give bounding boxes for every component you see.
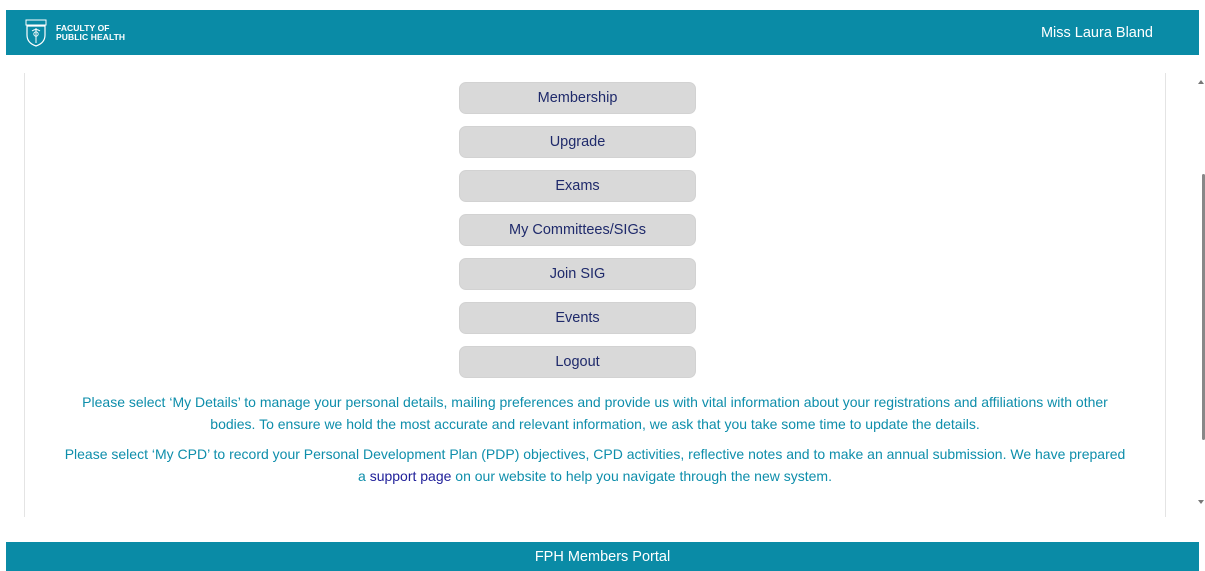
support-page-link[interactable]: support page [370,468,452,484]
join-sig-button[interactable]: Join SIG [459,258,696,290]
my-committees-sigs-button[interactable]: My Committees/SIGs [459,214,696,246]
logout-button[interactable]: Logout [459,346,696,378]
logo-text: FACULTY OF PUBLIC HEALTH [56,23,126,42]
upgrade-button[interactable]: Upgrade [459,126,696,158]
my-cpd-paragraph: Please select ‘My CPD’ to record your Pe… [25,443,1165,487]
info-text: Please select ‘My Details’ to manage you… [25,391,1165,495]
scroll-up-arrow-icon[interactable] [1198,80,1204,84]
exams-button[interactable]: Exams [459,170,696,202]
crest-icon [24,18,48,48]
my-details-paragraph: Please select ‘My Details’ to manage you… [82,394,1108,432]
cpd-text-after: on our website to help you navigate thro… [451,468,832,484]
footer-label: FPH Members Portal [534,548,671,565]
logo-line-2: PUBLIC HEALTH [56,31,126,42]
main-content: Membership Upgrade Exams My Committees/S… [24,73,1166,517]
user-name[interactable]: Miss Laura Bland [1041,25,1153,41]
portal-menu: Membership Upgrade Exams My Committees/S… [459,82,698,390]
fph-logo[interactable]: FACULTY OF PUBLIC HEALTH [24,18,125,48]
membership-button[interactable]: Membership [459,82,696,114]
footer-bar: FPH Members Portal [6,542,1199,571]
page: FACULTY OF PUBLIC HEALTH Miss Laura Blan… [0,0,1205,571]
events-button[interactable]: Events [459,302,696,334]
scroll-down-arrow-icon[interactable] [1198,500,1204,504]
header-bar: FACULTY OF PUBLIC HEALTH Miss Laura Blan… [6,10,1199,55]
